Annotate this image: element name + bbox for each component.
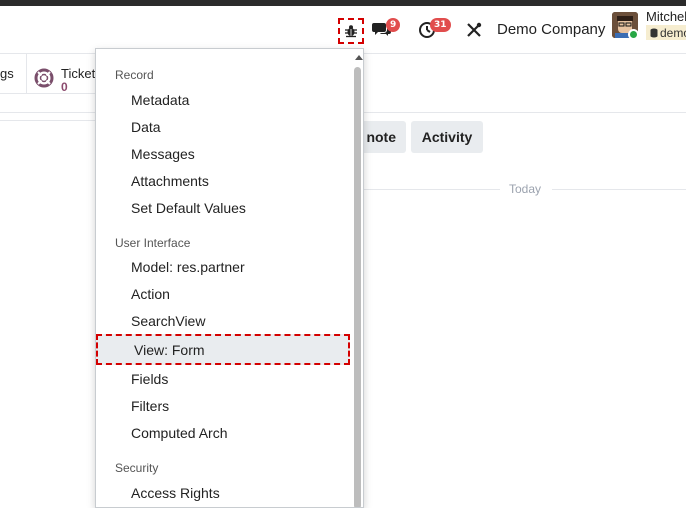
tickets-count: 0 <box>61 80 68 94</box>
messages-badge: 9 <box>386 18 401 32</box>
menu-item-set-default-values[interactable]: Set Default Values <box>131 200 246 216</box>
scroll-up-arrow-icon[interactable] <box>355 55 363 60</box>
menu-item-searchview[interactable]: SearchView <box>131 313 205 329</box>
activities-button[interactable]: 31 <box>418 18 451 40</box>
today-separator-left <box>364 189 500 190</box>
activities-badge: 31 <box>430 18 451 32</box>
top-navbar: 9 31 Demo Company <box>0 6 686 53</box>
menu-item-messages[interactable]: Messages <box>131 146 195 162</box>
activity-button[interactable]: Activity <box>411 121 483 153</box>
database-icon <box>650 28 658 37</box>
log-note-label: note <box>366 129 396 145</box>
settings-tools-button[interactable] <box>466 22 484 40</box>
online-status-dot <box>628 29 639 40</box>
today-label: Today <box>509 182 542 196</box>
smart-button-partial-label: gs <box>0 66 14 81</box>
company-switcher[interactable]: Demo Company <box>497 21 605 38</box>
database-name: demo <box>660 25 686 40</box>
section-header-user-interface: User Interface <box>115 236 191 250</box>
section-header-security: Security <box>115 461 159 475</box>
bug-icon <box>345 25 357 38</box>
menu-item-filters[interactable]: Filters <box>131 398 169 414</box>
debug-menu-button[interactable] <box>338 18 364 44</box>
sheet-edge-divider <box>0 120 100 121</box>
menu-item-data[interactable]: Data <box>131 119 161 135</box>
section-header-record: Record <box>115 68 154 82</box>
today-separator-right <box>552 189 686 190</box>
menu-item-model[interactable]: Model: res.partner <box>131 259 245 275</box>
dropdown-scroll-thumb[interactable] <box>354 67 361 507</box>
smart-button-partial[interactable]: gs <box>0 54 27 94</box>
menu-item-view-form[interactable]: View: Form <box>96 334 350 365</box>
menu-item-fields[interactable]: Fields <box>131 371 168 387</box>
menu-item-view-form-label: View: Form <box>134 342 205 358</box>
menu-item-attachments[interactable]: Attachments <box>131 173 209 189</box>
menu-item-metadata[interactable]: Metadata <box>131 92 189 108</box>
menu-item-action[interactable]: Action <box>131 286 170 302</box>
database-tag: demo <box>646 25 686 40</box>
debug-dropdown-menu: Record Metadata Data Messages Attachment… <box>95 48 364 508</box>
menu-item-computed-arch[interactable]: Computed Arch <box>131 425 228 441</box>
user-name[interactable]: Mitchell <box>646 9 686 24</box>
activity-label: Activity <box>421 129 473 145</box>
tickets-smart-button[interactable]: Ticket 0 <box>27 54 100 94</box>
lifebuoy-icon <box>34 68 54 88</box>
wrench-screwdriver-icon <box>467 22 482 37</box>
tickets-label: Ticket <box>61 66 96 81</box>
messages-button[interactable]: 9 <box>372 18 401 40</box>
